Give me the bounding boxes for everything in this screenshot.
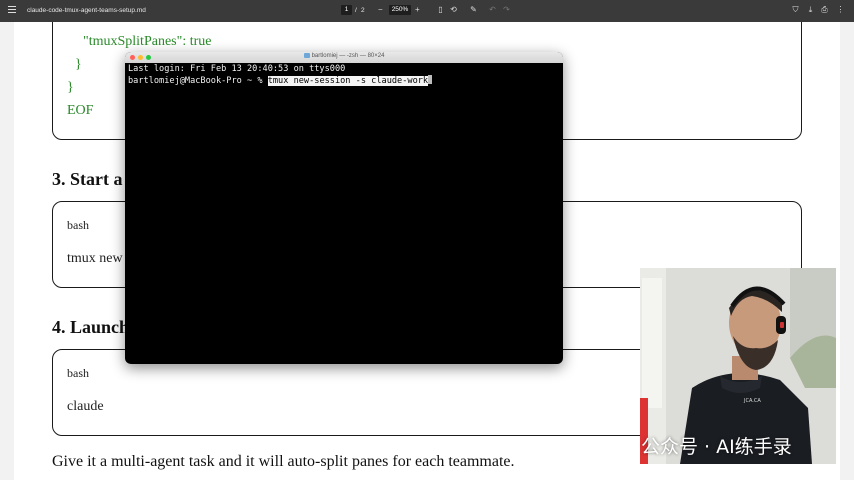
zoom-level-input[interactable]: 250% bbox=[389, 5, 411, 15]
closing-paragraph: Give it a multi-agent task and it will a… bbox=[52, 453, 515, 470]
print-icon[interactable]: ⎙ bbox=[820, 5, 829, 15]
code-language-label: bash bbox=[67, 218, 89, 232]
wechat-icon bbox=[613, 437, 637, 454]
zoom-out-button[interactable]: − bbox=[378, 5, 383, 15]
page-separator: / bbox=[355, 7, 357, 14]
page-fit-icon[interactable]: ▯ bbox=[436, 5, 445, 15]
shirt-text: JCA.CA bbox=[743, 398, 761, 404]
terminal-title-bar[interactable]: bartlomiej — -zsh — 80×24 bbox=[125, 52, 563, 63]
terminal-window[interactable]: bartlomiej — -zsh — 80×24 Last login: Fr… bbox=[125, 52, 563, 364]
code-language-label: bash bbox=[67, 366, 89, 380]
code-command: tmux new bbox=[67, 251, 123, 266]
redo-icon[interactable]: ↷ bbox=[502, 5, 511, 15]
section-heading-launch: 4. Launch bbox=[52, 317, 130, 337]
sidebar-menu-icon[interactable] bbox=[8, 6, 16, 15]
folder-icon bbox=[303, 53, 310, 58]
shell-prompt: bartlomiej@MacBook-Pro ~ % bbox=[128, 76, 268, 86]
annotate-icon[interactable]: ✎ bbox=[469, 5, 478, 15]
document-title: claude-code-tmux-agent-teams-setup.md bbox=[27, 7, 146, 14]
code-line-clipped: } bbox=[81, 22, 88, 25]
total-pages: 2 bbox=[361, 7, 365, 14]
code-line: } bbox=[75, 57, 82, 72]
undo-icon[interactable]: ↶ bbox=[488, 5, 497, 15]
typed-command[interactable]: tmux new-session -s claude-work bbox=[267, 76, 429, 86]
shield-icon[interactable]: ⛉ bbox=[791, 5, 800, 15]
download-icon[interactable]: ⤓ bbox=[806, 5, 815, 15]
terminal-title: bartlomiej — -zsh — 80×24 bbox=[125, 53, 563, 59]
more-options-icon[interactable]: ⋮ bbox=[836, 5, 845, 15]
rotate-icon[interactable]: ⟲ bbox=[449, 5, 458, 15]
watermark: 公众号 · AI练手录 bbox=[613, 432, 792, 459]
code-command: claude bbox=[67, 399, 104, 414]
code-line: } bbox=[67, 80, 74, 95]
code-line: EOF bbox=[67, 103, 94, 118]
pdf-viewer-toolbar: claude-code-tmux-agent-teams-setup.md 1 … bbox=[0, 0, 854, 22]
text-cursor bbox=[428, 75, 433, 84]
section-heading-start: 3. Start a bbox=[52, 169, 123, 189]
current-page-input[interactable]: 1 bbox=[341, 5, 352, 15]
code-line: "tmuxSplitPanes": true bbox=[83, 34, 212, 49]
prompt-line[interactable]: bartlomiej@MacBook-Pro ~ % tmux new-sess… bbox=[128, 75, 433, 86]
scrollbar-track[interactable] bbox=[840, 22, 854, 480]
zoom-in-button[interactable]: + bbox=[415, 5, 420, 15]
last-login-line: Last login: Fri Feb 13 20:40:53 on ttys0… bbox=[128, 64, 346, 74]
